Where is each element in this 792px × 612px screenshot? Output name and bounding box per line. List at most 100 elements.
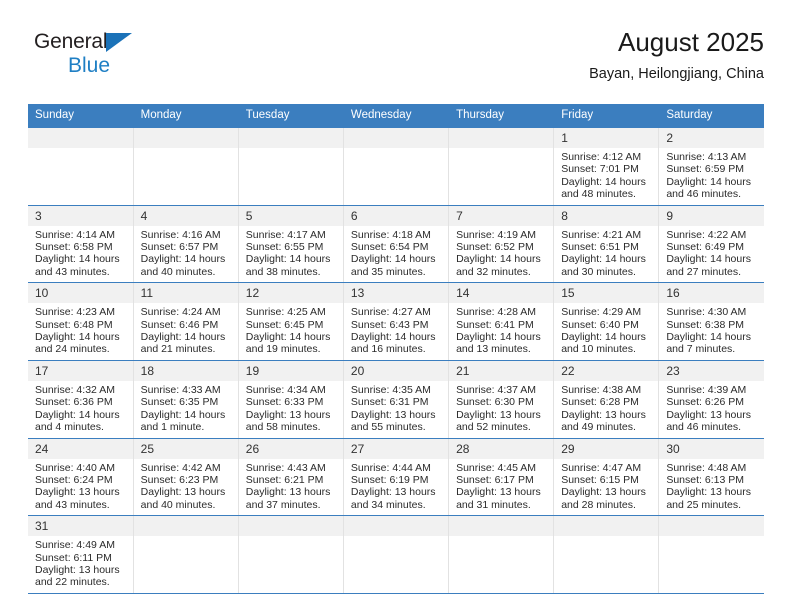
empty-placeholder xyxy=(141,539,233,583)
sunrise-text: Sunrise: 4:47 AM xyxy=(561,461,642,474)
daylight-text-line2: and 52 minutes. xyxy=(456,421,531,434)
calendar-day-cell[interactable]: 26 Sunrise: 4:43 AM Sunset: 6:21 PM Dayligh… xyxy=(238,438,344,517)
daylight-text-line1: Daylight: 13 hours xyxy=(35,563,120,576)
day-number: 23 xyxy=(659,360,764,381)
calendar-day-cell[interactable]: 14 Sunrise: 4:28 AM Sunset: 6:41 PM Dayligh… xyxy=(448,282,555,361)
day-info: Sunrise: 4:29 AM Sunset: 6:40 PM Daylight:… xyxy=(554,303,658,360)
calendar-day-cell[interactable]: 27 Sunrise: 4:44 AM Sunset: 6:19 PM Dayligh… xyxy=(343,438,450,517)
daylight-text-line2: and 16 minutes. xyxy=(350,343,426,356)
calendar-day-cell[interactable]: 7 Sunrise: 4:19 AM Sunset: 6:52 PM Daylight… xyxy=(448,205,555,284)
calendar-day-cell[interactable]: 10 Sunrise: 4:23 AM Sunset: 6:48 PM Dayligh… xyxy=(28,282,134,361)
sunset-text: Sunset: 6:30 PM xyxy=(456,396,534,409)
calendar-day-cell[interactable]: 30 Sunrise: 4:48 AM Sunset: 6:13 PM Dayligh… xyxy=(658,438,764,517)
calendar-day-cell-empty xyxy=(343,128,450,206)
calendar-day-cell-empty xyxy=(448,128,555,206)
calendar-day-cell[interactable]: 18 Sunrise: 4:33 AM Sunset: 6:35 PM Dayligh… xyxy=(133,360,239,439)
day-number: 15 xyxy=(554,283,659,304)
calendar-day-cell[interactable]: 25 Sunrise: 4:42 AM Sunset: 6:23 PM Dayligh… xyxy=(133,438,239,517)
day-info: Sunrise: 4:43 AM Sunset: 6:21 PM Daylight:… xyxy=(239,459,343,516)
sunrise-text: Sunrise: 4:38 AM xyxy=(561,383,642,396)
weekday-header-wednesday: Wednesday xyxy=(343,104,450,128)
empty-placeholder xyxy=(561,539,653,583)
calendar-week-row: 24 Sunrise: 4:40 AM Sunset: 6:24 PM Dayligh… xyxy=(28,438,764,517)
daylight-text-line1: Daylight: 13 hours xyxy=(245,408,331,421)
daylight-text-line2: and 32 minutes. xyxy=(456,265,531,278)
daylight-text-line1: Daylight: 14 hours xyxy=(666,175,751,188)
calendar-day-cell[interactable]: 28 Sunrise: 4:45 AM Sunset: 6:17 PM Dayligh… xyxy=(448,438,555,517)
sunset-text: Sunset: 6:38 PM xyxy=(666,318,744,331)
calendar-day-cell[interactable]: 4 Sunrise: 4:16 AM Sunset: 6:57 PM Daylight… xyxy=(133,205,239,284)
calendar-day-cell[interactable]: 15 Sunrise: 4:29 AM Sunset: 6:40 PM Dayligh… xyxy=(553,282,660,361)
sunrise-text: Sunrise: 4:33 AM xyxy=(140,383,221,396)
calendar-day-cell[interactable]: 1 Sunrise: 4:12 AM Sunset: 7:01 PM Daylight… xyxy=(553,128,660,206)
calendar-day-cell[interactable]: 23 Sunrise: 4:39 AM Sunset: 6:26 PM Dayligh… xyxy=(658,360,764,439)
calendar-day-cell-empty xyxy=(28,128,134,206)
calendar-day-cell[interactable]: 29 Sunrise: 4:47 AM Sunset: 6:15 PM Dayligh… xyxy=(553,438,660,517)
sunrise-text: Sunrise: 4:32 AM xyxy=(35,383,115,396)
daylight-text-line1: Daylight: 13 hours xyxy=(456,408,541,421)
empty-placeholder xyxy=(351,539,443,583)
daylight-text-line2: and 40 minutes. xyxy=(140,265,216,278)
calendar-day-cell[interactable]: 31 Sunrise: 4:49 AM Sunset: 6:11 PM Dayligh… xyxy=(28,515,134,594)
calendar-day-cell-empty xyxy=(553,515,660,594)
daylight-text-line2: and 38 minutes. xyxy=(245,265,321,278)
sunset-text: Sunset: 6:21 PM xyxy=(245,473,324,486)
daylight-text-line2: and 21 minutes. xyxy=(140,343,216,356)
calendar-day-cell[interactable]: 12 Sunrise: 4:25 AM Sunset: 6:45 PM Dayligh… xyxy=(238,282,344,361)
calendar-day-cell[interactable]: 6 Sunrise: 4:18 AM Sunset: 6:54 PM Daylight… xyxy=(343,205,450,284)
daylight-text-line1: Daylight: 14 hours xyxy=(561,253,646,266)
calendar-day-cell[interactable]: 22 Sunrise: 4:38 AM Sunset: 6:28 PM Dayligh… xyxy=(553,360,660,439)
day-number xyxy=(554,516,659,537)
calendar-day-cell[interactable]: 13 Sunrise: 4:27 AM Sunset: 6:43 PM Dayligh… xyxy=(343,282,450,361)
daylight-text-line2: and 27 minutes. xyxy=(666,265,742,278)
day-info: Sunrise: 4:24 AM Sunset: 6:46 PM Daylight:… xyxy=(134,303,238,360)
calendar-week-row: 3 Sunrise: 4:14 AM Sunset: 6:58 PM Daylight… xyxy=(28,205,764,284)
sunset-text: Sunset: 6:41 PM xyxy=(456,318,534,331)
day-number: 13 xyxy=(343,283,449,304)
calendar-day-cell[interactable]: 21 Sunrise: 4:37 AM Sunset: 6:30 PM Dayligh… xyxy=(448,360,555,439)
day-number: 27 xyxy=(343,438,449,459)
day-number: 3 xyxy=(28,205,133,226)
day-info-empty xyxy=(134,536,238,587)
day-info: Sunrise: 4:34 AM Sunset: 6:33 PM Daylight:… xyxy=(239,381,343,438)
calendar-week-row: 1 Sunrise: 4:12 AM Sunset: 7:01 PM Daylight… xyxy=(28,128,764,206)
calendar-day-cell[interactable]: 19 Sunrise: 4:34 AM Sunset: 6:33 PM Dayligh… xyxy=(238,360,344,439)
daylight-text-line2: and 28 minutes. xyxy=(561,498,636,511)
calendar-day-cell[interactable]: 20 Sunrise: 4:35 AM Sunset: 6:31 PM Dayligh… xyxy=(343,360,450,439)
sunrise-text: Sunrise: 4:21 AM xyxy=(561,228,642,241)
calendar-body: 1 Sunrise: 4:12 AM Sunset: 7:01 PM Daylight… xyxy=(28,128,764,594)
daylight-text-line1: Daylight: 13 hours xyxy=(666,486,751,499)
day-info: Sunrise: 4:35 AM Sunset: 6:31 PM Daylight:… xyxy=(344,381,448,438)
calendar-day-cell[interactable]: 3 Sunrise: 4:14 AM Sunset: 6:58 PM Daylight… xyxy=(28,205,134,284)
day-number: 20 xyxy=(343,360,449,381)
calendar-day-cell[interactable]: 24 Sunrise: 4:40 AM Sunset: 6:24 PM Dayligh… xyxy=(28,438,134,517)
calendar-day-cell[interactable]: 16 Sunrise: 4:30 AM Sunset: 6:38 PM Dayligh… xyxy=(658,282,764,361)
empty-placeholder xyxy=(141,151,233,195)
day-number xyxy=(28,128,133,148)
day-info: Sunrise: 4:37 AM Sunset: 6:30 PM Daylight:… xyxy=(449,381,553,438)
day-info: Sunrise: 4:40 AM Sunset: 6:24 PM Daylight:… xyxy=(28,459,133,516)
calendar-day-cell[interactable]: 8 Sunrise: 4:21 AM Sunset: 6:51 PM Daylight… xyxy=(553,205,660,284)
empty-placeholder xyxy=(35,151,128,195)
calendar-day-cell[interactable]: 5 Sunrise: 4:17 AM Sunset: 6:55 PM Daylight… xyxy=(238,205,344,284)
daylight-text-line2: and 4 minutes. xyxy=(35,421,104,434)
sunset-text: Sunset: 6:49 PM xyxy=(666,241,744,254)
daylight-text-line1: Daylight: 14 hours xyxy=(140,253,226,266)
calendar-day-cell[interactable]: 2 Sunrise: 4:13 AM Sunset: 6:59 PM Daylight… xyxy=(658,128,764,206)
day-number xyxy=(449,516,554,537)
brand-logo[interactable]: General Blue xyxy=(34,30,204,88)
daylight-text-line1: Daylight: 14 hours xyxy=(140,408,226,421)
daylight-text-line2: and 10 minutes. xyxy=(561,343,636,356)
calendar-day-cell[interactable]: 9 Sunrise: 4:22 AM Sunset: 6:49 PM Daylight… xyxy=(658,205,764,284)
daylight-text-line1: Daylight: 13 hours xyxy=(666,408,751,421)
sunset-text: Sunset: 6:33 PM xyxy=(245,396,324,409)
day-number: 7 xyxy=(449,205,554,226)
calendar-day-cell[interactable]: 11 Sunrise: 4:24 AM Sunset: 6:46 PM Dayligh… xyxy=(133,282,239,361)
sunset-text: Sunset: 6:36 PM xyxy=(35,396,113,409)
day-number: 24 xyxy=(28,438,133,459)
day-number: 16 xyxy=(659,283,764,304)
daylight-text-line1: Daylight: 13 hours xyxy=(350,408,436,421)
calendar-day-cell[interactable]: 17 Sunrise: 4:32 AM Sunset: 6:36 PM Dayligh… xyxy=(28,360,134,439)
sunset-text: Sunset: 6:55 PM xyxy=(245,241,324,254)
page-header: General Blue August 2025 Bayan, Heilongj… xyxy=(28,26,764,98)
